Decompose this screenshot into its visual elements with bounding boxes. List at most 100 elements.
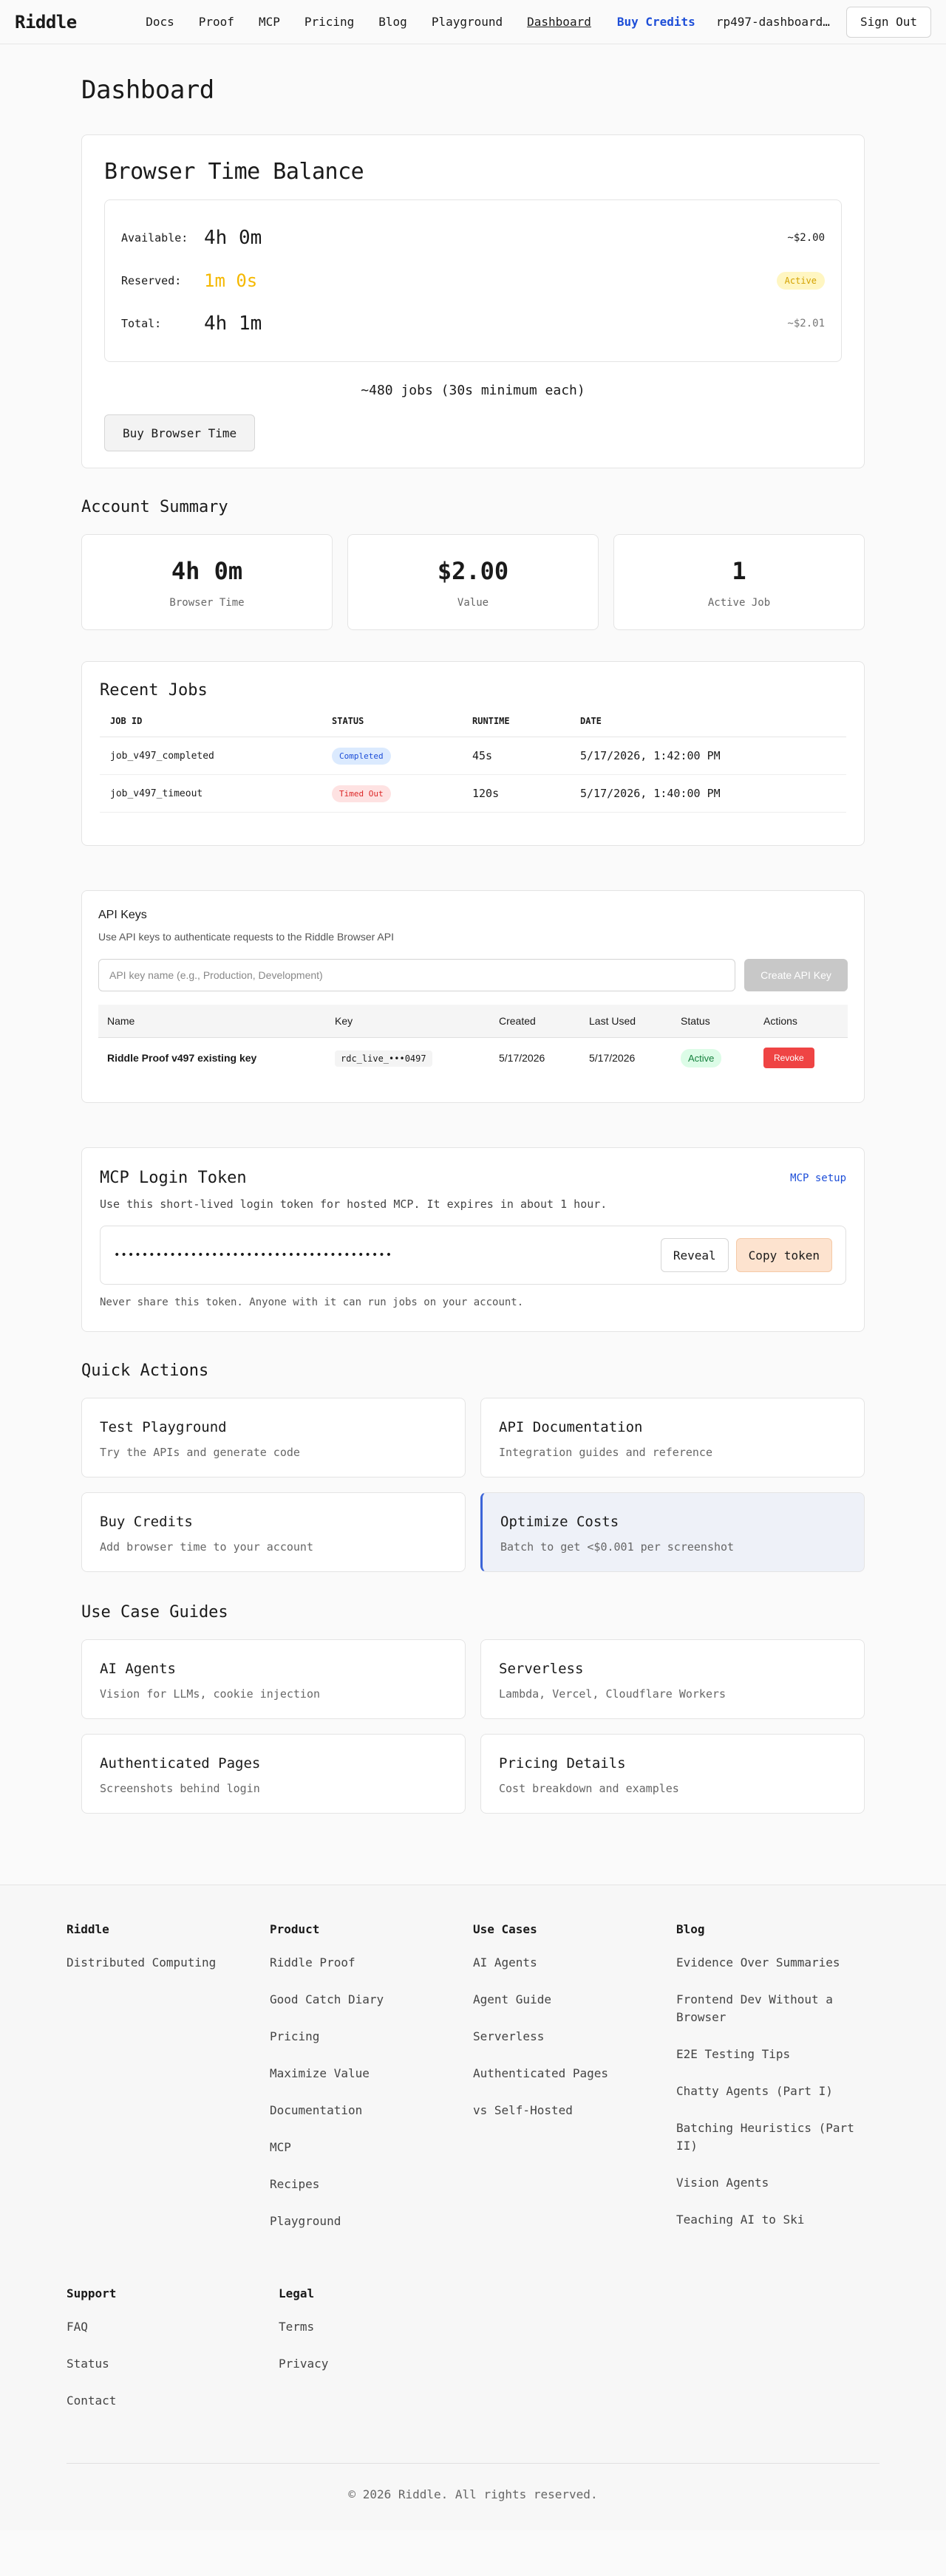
balance-card: Browser Time Balance Available: 4h 0m ~$… <box>81 134 865 468</box>
footer-link[interactable]: Playground <box>270 2213 455 2230</box>
footer-link[interactable]: MCP <box>270 2139 455 2156</box>
copy-token-button[interactable]: Copy token <box>735 1238 832 1272</box>
column-header: Created <box>490 1005 580 1038</box>
quick-actions-grid: Test Playground Try the APIs and generat… <box>81 1398 865 1572</box>
footer-link[interactable]: Privacy <box>279 2355 463 2373</box>
api-keys-title: API Keys <box>98 909 147 921</box>
token-box: ••••••••••••••••••••••••••••••••••••••••… <box>100 1226 846 1285</box>
tile-title: Buy Credits <box>100 1514 193 1530</box>
nav-dashboard[interactable]: Dashboard <box>527 15 591 29</box>
table-row[interactable]: job_v497_completed Completed 45s 5/17/20… <box>100 737 846 775</box>
available-label: Available: <box>121 231 188 245</box>
nav-mcp[interactable]: MCP <box>259 15 280 29</box>
table-row[interactable]: job_v497_timeout Timed Out 120s 5/17/202… <box>100 774 846 813</box>
mcp-setup-link[interactable]: MCP setup <box>790 1172 846 1184</box>
footer-column: Product Riddle Proof Good Catch Diary Prici… <box>270 1922 473 2249</box>
sign-out-button[interactable]: Sign Out <box>845 6 931 38</box>
footer-link[interactable]: E2E Testing Tips <box>676 2046 861 2063</box>
nav-docs[interactable]: Docs <box>146 15 174 29</box>
top-nav: Riddle Docs Proof MCP Pricing Blog Playg… <box>0 0 946 44</box>
buy-browser-time-button[interactable]: Buy Browser Time <box>104 414 256 451</box>
footer-link[interactable]: vs Self-Hosted <box>473 2102 658 2119</box>
footer-link[interactable]: Good Catch Diary <box>270 1991 455 2009</box>
api-key-name-input[interactable]: API key name (e.g., Production, Developm… <box>98 959 735 991</box>
guide-pricing-details[interactable]: Pricing Details Cost breakdown and examp… <box>480 1734 865 1814</box>
mcp-header: MCP Login Token MCP setup <box>100 1169 846 1187</box>
footer-column-title: Blog <box>676 1922 705 1936</box>
copyright: © 2026 Riddle. All rights reserved. <box>67 2463 879 2501</box>
quick-action-test-playground[interactable]: Test Playground Try the APIs and generat… <box>81 1398 466 1477</box>
nav-pricing[interactable]: Pricing <box>304 15 354 29</box>
nav-proof[interactable]: Proof <box>199 15 234 29</box>
status-badge: Timed Out <box>332 785 391 802</box>
footer-link[interactable]: Maximize Value <box>270 2065 455 2083</box>
quick-action-api-docs[interactable]: API Documentation Integration guides and… <box>480 1398 865 1477</box>
footer: Riddle Distributed Computing Product Riddle… <box>0 1885 946 2530</box>
nav-buy-credits[interactable]: Buy Credits <box>617 15 695 29</box>
guide-ai-agents[interactable]: AI Agents Vision for LLMs, cookie inject… <box>81 1639 466 1719</box>
footer-link[interactable]: Teaching AI to Ski <box>676 2211 861 2229</box>
footer-link[interactable]: Pricing <box>270 2028 455 2046</box>
footer-link[interactable]: Evidence Over Summaries <box>676 1954 861 1972</box>
footer-link[interactable]: AI Agents <box>473 1954 658 1972</box>
reserved-label: Reserved: <box>121 274 182 287</box>
column-header: Actions <box>755 1005 848 1038</box>
reserved-row: Reserved: 1m 0s Active <box>121 259 825 302</box>
footer-column-title: Use Cases <box>473 1922 537 1936</box>
tile-title: AI Agents <box>100 1661 176 1677</box>
status-badge: Active <box>681 1048 722 1067</box>
tile-desc: Try the APIs and generate code <box>100 1446 300 1459</box>
column-header: Status <box>672 1005 755 1038</box>
job-id: job_v497_completed <box>100 737 321 775</box>
footer-link[interactable]: Chatty Agents (Part I) <box>676 2083 861 2100</box>
column-header: RUNTIME <box>462 716 570 737</box>
footer-column-title: Riddle <box>67 1922 109 1936</box>
revoke-button[interactable]: Revoke <box>763 1048 814 1069</box>
footer-link[interactable]: Terms <box>279 2318 463 2336</box>
footer-link[interactable]: Batching Heuristics (Part II) <box>676 2119 861 2155</box>
tile-desc: Vision for LLMs, cookie injection <box>100 1687 321 1701</box>
nav-blog[interactable]: Blog <box>378 15 407 29</box>
footer-link[interactable]: FAQ <box>67 2318 251 2336</box>
footer-column-title: Support <box>67 2286 117 2300</box>
create-api-key-button[interactable]: Create API Key <box>744 959 848 991</box>
footer-link[interactable]: Agent Guide <box>473 1991 658 2009</box>
stat-browser-time: 4h 0m Browser Time <box>81 534 333 630</box>
footer-link[interactable]: Frontend Dev Without a Browser <box>676 1991 861 2026</box>
tile-title: Serverless <box>499 1661 584 1677</box>
nav-playground[interactable]: Playground <box>432 15 503 29</box>
guide-authenticated-pages[interactable]: Authenticated Pages Screenshots behind l… <box>81 1734 466 1814</box>
quick-action-optimize-costs[interactable]: Optimize Costs Batch to get <$0.001 per … <box>480 1492 865 1572</box>
brand-logo[interactable]: Riddle <box>15 12 77 33</box>
footer-link[interactable]: Contact <box>67 2392 251 2410</box>
footer-link[interactable]: Status <box>67 2355 251 2373</box>
key-created: 5/17/2026 <box>499 1052 545 1065</box>
footer-link[interactable]: Recipes <box>270 2176 455 2193</box>
footer-column: Legal Terms Privacy <box>279 2286 491 2429</box>
quick-action-buy-credits[interactable]: Buy Credits Add browser time to your acc… <box>81 1492 466 1572</box>
footer-link[interactable]: Vision Agents <box>676 2174 861 2192</box>
reveal-button[interactable]: Reveal <box>660 1238 729 1272</box>
stat-value: $2.00 <box>437 557 509 585</box>
footer-link[interactable]: Distributed Computing <box>67 1954 251 1972</box>
tile-title: Authenticated Pages <box>100 1755 261 1772</box>
footer-column: Riddle Distributed Computing <box>67 1922 270 2249</box>
column-header: STATUS <box>321 716 462 737</box>
stat-label: Value <box>457 597 489 609</box>
footer-link[interactable]: Documentation <box>270 2102 455 2119</box>
mcp-title: MCP Login Token <box>100 1169 247 1187</box>
footer-link[interactable]: Authenticated Pages <box>473 2065 658 2083</box>
tile-title: API Documentation <box>499 1419 643 1435</box>
column-header: JOB ID <box>100 716 321 737</box>
user-name[interactable]: rp497-dashboard… <box>716 15 830 29</box>
recent-jobs-title: Recent Jobs <box>100 681 208 700</box>
footer-column-title: Legal <box>279 2286 315 2300</box>
job-id: job_v497_timeout <box>100 774 321 813</box>
footer-link[interactable]: Riddle Proof <box>270 1954 455 1972</box>
column-header: Name <box>98 1005 326 1038</box>
available-value: 4h 0m <box>204 227 262 249</box>
guide-serverless[interactable]: Serverless Lambda, Vercel, Cloudflare Wo… <box>480 1639 865 1719</box>
stat-value-card: $2.00 Value <box>347 534 599 630</box>
key-last-used: 5/17/2026 <box>589 1052 636 1065</box>
footer-link[interactable]: Serverless <box>473 2028 658 2046</box>
